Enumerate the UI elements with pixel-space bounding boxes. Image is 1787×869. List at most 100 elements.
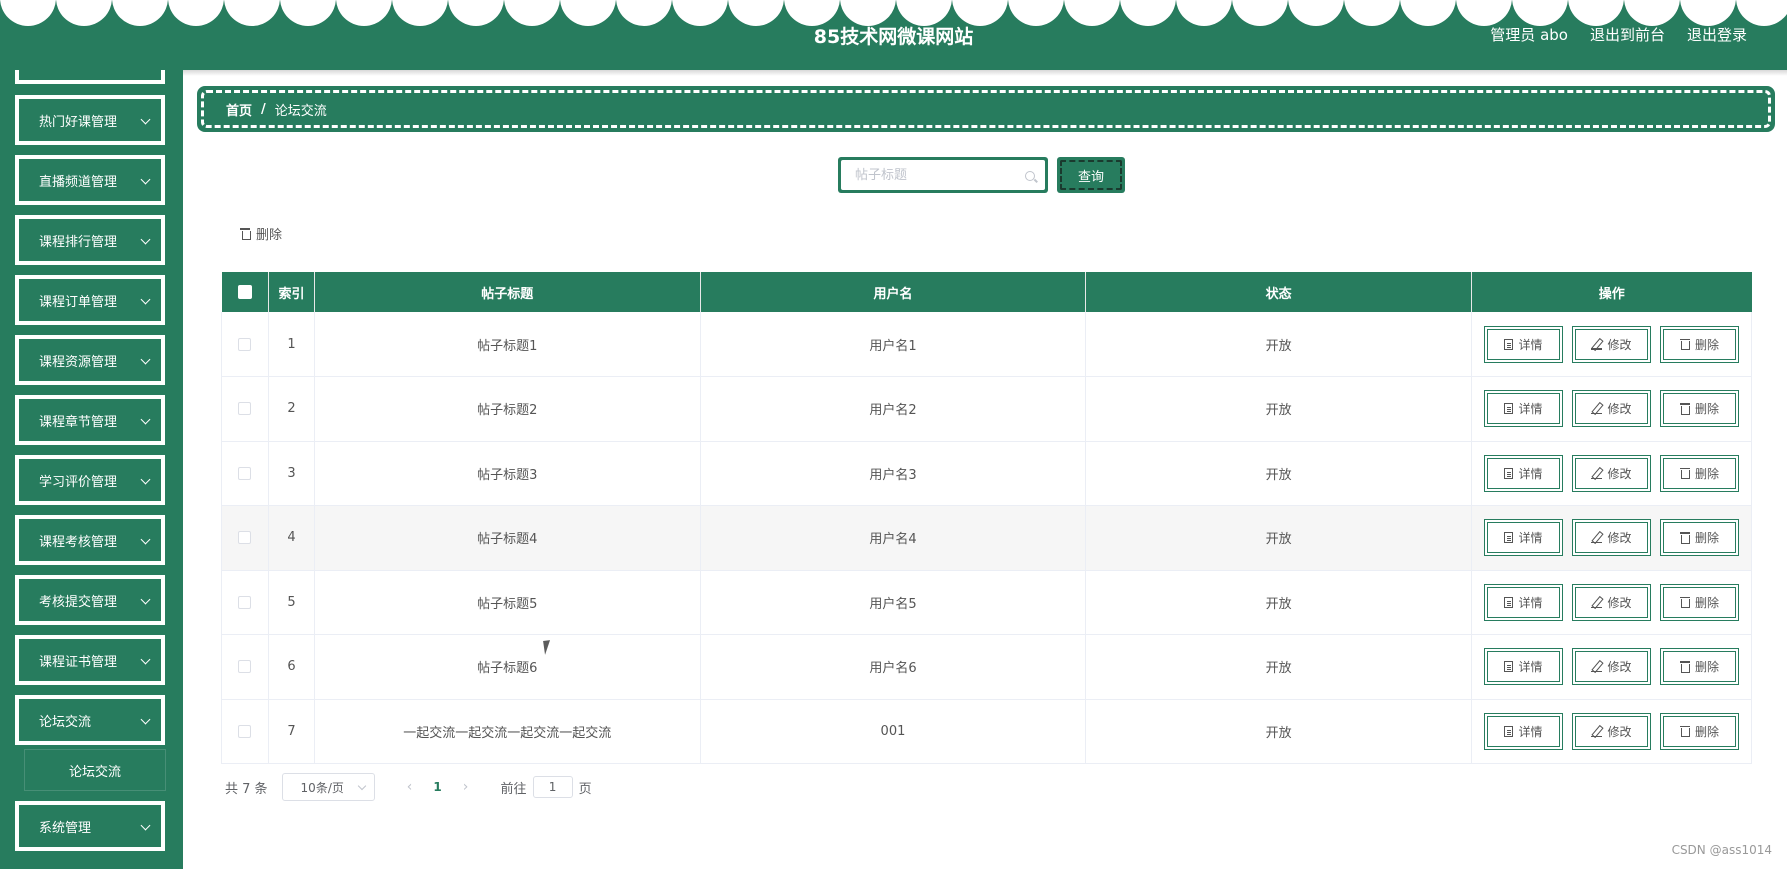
detail-button[interactable]: 详情 <box>1484 583 1563 621</box>
page-number[interactable]: 1 <box>423 780 453 794</box>
sidebar-item-course-resources[interactable]: 课程资源管理 <box>15 335 165 385</box>
document-icon <box>1504 338 1514 350</box>
delete-button[interactable]: 删除 <box>1660 648 1739 686</box>
sidebar-item-course-exams[interactable]: 课程考核管理 <box>15 515 165 565</box>
search-input[interactable] <box>841 160 1045 190</box>
row-actions: 详情 修改 删除 <box>1471 505 1752 571</box>
trash-icon <box>1679 532 1691 544</box>
sidebar-item-course-certificates[interactable]: 课程证书管理 <box>15 635 165 685</box>
table-row: 5 帖子标题5 用户名5 开放 详情 修改 删除 <box>221 570 1752 635</box>
edit-button[interactable]: 修改 <box>1572 390 1651 428</box>
row-actions: 详情 修改 删除 <box>1471 699 1752 764</box>
sidebar-item-course-ranking[interactable]: 课程排行管理 <box>15 215 165 265</box>
delete-button[interactable]: 删除 <box>1660 390 1739 428</box>
detail-button-label: 详情 <box>1518 660 1543 675</box>
admin-user-label[interactable]: 管理员 abo <box>1490 24 1568 45</box>
detail-button[interactable]: 详情 <box>1484 519 1563 557</box>
chevron-down-icon <box>140 654 151 665</box>
row-checkbox[interactable] <box>238 402 252 416</box>
delete-button-label: 删除 <box>1694 466 1719 481</box>
header-shadow <box>183 70 1787 76</box>
chevron-down-icon <box>140 534 151 545</box>
row-actions: 详情 修改 删除 <box>1471 441 1752 506</box>
detail-button-label: 详情 <box>1518 724 1543 739</box>
bulk-delete-button[interactable]: 删除 <box>240 224 282 243</box>
document-icon <box>1504 596 1514 608</box>
row-index: 5 <box>268 570 315 635</box>
row-checkbox[interactable] <box>238 466 252 480</box>
delete-button[interactable]: 删除 <box>1660 712 1739 750</box>
sidebar-item-label: 直播频道管理 <box>39 174 118 190</box>
delete-button[interactable]: 删除 <box>1660 325 1739 363</box>
query-button[interactable]: 查询 <box>1057 157 1125 193</box>
posts-table: 索引 帖子标题 用户名 状态 操作 1 帖子标题1 用户名1 开放 详情 修改 … <box>221 272 1752 764</box>
edit-icon <box>1591 403 1603 415</box>
logout-link[interactable]: 退出登录 <box>1687 24 1747 45</box>
breadcrumb-home[interactable]: 首页 <box>226 100 252 119</box>
trash-icon <box>1679 661 1691 673</box>
edit-button[interactable]: 修改 <box>1572 325 1651 363</box>
row-checkbox[interactable] <box>238 724 252 738</box>
edit-button[interactable]: 修改 <box>1572 648 1651 686</box>
row-title: 一起交流一起交流一起交流一起交流 <box>314 699 701 764</box>
detail-button[interactable]: 详情 <box>1484 648 1563 686</box>
page-unit-label: 页 <box>578 781 592 797</box>
detail-button[interactable]: 详情 <box>1484 454 1563 492</box>
delete-button[interactable]: 删除 <box>1660 519 1739 557</box>
edit-button[interactable]: 修改 <box>1572 519 1651 557</box>
row-username: 001 <box>700 699 1087 764</box>
sidebar-item-label: 课程章节管理 <box>39 414 118 430</box>
row-actions: 详情 修改 删除 <box>1471 570 1752 635</box>
detail-button[interactable]: 详情 <box>1484 325 1563 363</box>
row-select-cell <box>221 505 269 571</box>
edit-button-label: 修改 <box>1607 402 1632 417</box>
detail-button[interactable]: 详情 <box>1484 390 1563 428</box>
next-page-icon[interactable]: › <box>453 779 479 795</box>
row-select-cell <box>221 441 269 506</box>
delete-button[interactable]: 删除 <box>1660 454 1739 492</box>
table-row: 4 帖子标题4 用户名4 开放 详情 修改 删除 <box>221 505 1752 571</box>
document-icon <box>1504 532 1514 544</box>
sidebar-item-label: 课程资源管理 <box>39 354 118 370</box>
sidebar-item-label: 课程证书管理 <box>39 654 118 670</box>
delete-button[interactable]: 删除 <box>1660 583 1739 621</box>
sidebar-item-forum[interactable]: 论坛交流 <box>15 695 165 745</box>
table-row: 2 帖子标题2 用户名2 开放 详情 修改 删除 <box>221 376 1752 442</box>
page-size-select[interactable]: 10条/页 <box>281 773 375 801</box>
prev-page-icon[interactable]: ‹ <box>397 779 423 795</box>
edit-button[interactable]: 修改 <box>1572 454 1651 492</box>
row-index: 7 <box>268 699 315 764</box>
chevron-down-icon <box>357 781 366 791</box>
row-status: 开放 <box>1085 312 1472 377</box>
row-username: 用户名2 <box>700 376 1087 442</box>
delete-button-label: 删除 <box>1694 595 1719 610</box>
edit-button[interactable]: 修改 <box>1572 583 1651 621</box>
sidebar-item-exam-submissions[interactable]: 考核提交管理 <box>15 575 165 625</box>
row-checkbox[interactable] <box>238 660 252 674</box>
row-actions: 详情 修改 删除 <box>1471 312 1752 377</box>
trash-icon <box>240 228 251 240</box>
edit-icon <box>1591 468 1603 479</box>
sidebar-item-system[interactable]: 系统管理 <box>15 801 165 851</box>
to-frontend-link[interactable]: 退出到前台 <box>1590 24 1665 45</box>
trash-icon <box>1679 596 1691 609</box>
sidebar-item-course-orders[interactable]: 课程订单管理 <box>15 275 165 325</box>
sidebar-item-learning-reviews[interactable]: 学习评价管理 <box>15 455 165 505</box>
select-all-checkbox[interactable] <box>237 285 252 299</box>
search-field <box>838 157 1048 193</box>
edit-button[interactable]: 修改 <box>1572 712 1651 750</box>
row-checkbox[interactable] <box>238 337 252 351</box>
sidebar-subitem-forum[interactable]: 论坛交流 <box>25 750 165 790</box>
sidebar-item-live-channels[interactable]: 直播频道管理 <box>15 155 165 205</box>
row-checkbox[interactable] <box>238 595 252 609</box>
sidebar-item-hot-courses[interactable]: 热门好课管理 <box>15 95 165 145</box>
chevron-down-icon <box>140 474 151 485</box>
detail-button[interactable]: 详情 <box>1484 712 1563 750</box>
row-checkbox[interactable] <box>238 531 252 545</box>
goto-page-input[interactable]: 1 <box>532 776 573 798</box>
row-username: 用户名3 <box>700 441 1087 506</box>
header-status: 状态 <box>1085 272 1472 312</box>
sidebar-item-course-chapters[interactable]: 课程章节管理 <box>15 395 165 445</box>
table-header-row: 索引 帖子标题 用户名 状态 操作 <box>221 272 1752 312</box>
header-select-all[interactable] <box>221 272 269 312</box>
